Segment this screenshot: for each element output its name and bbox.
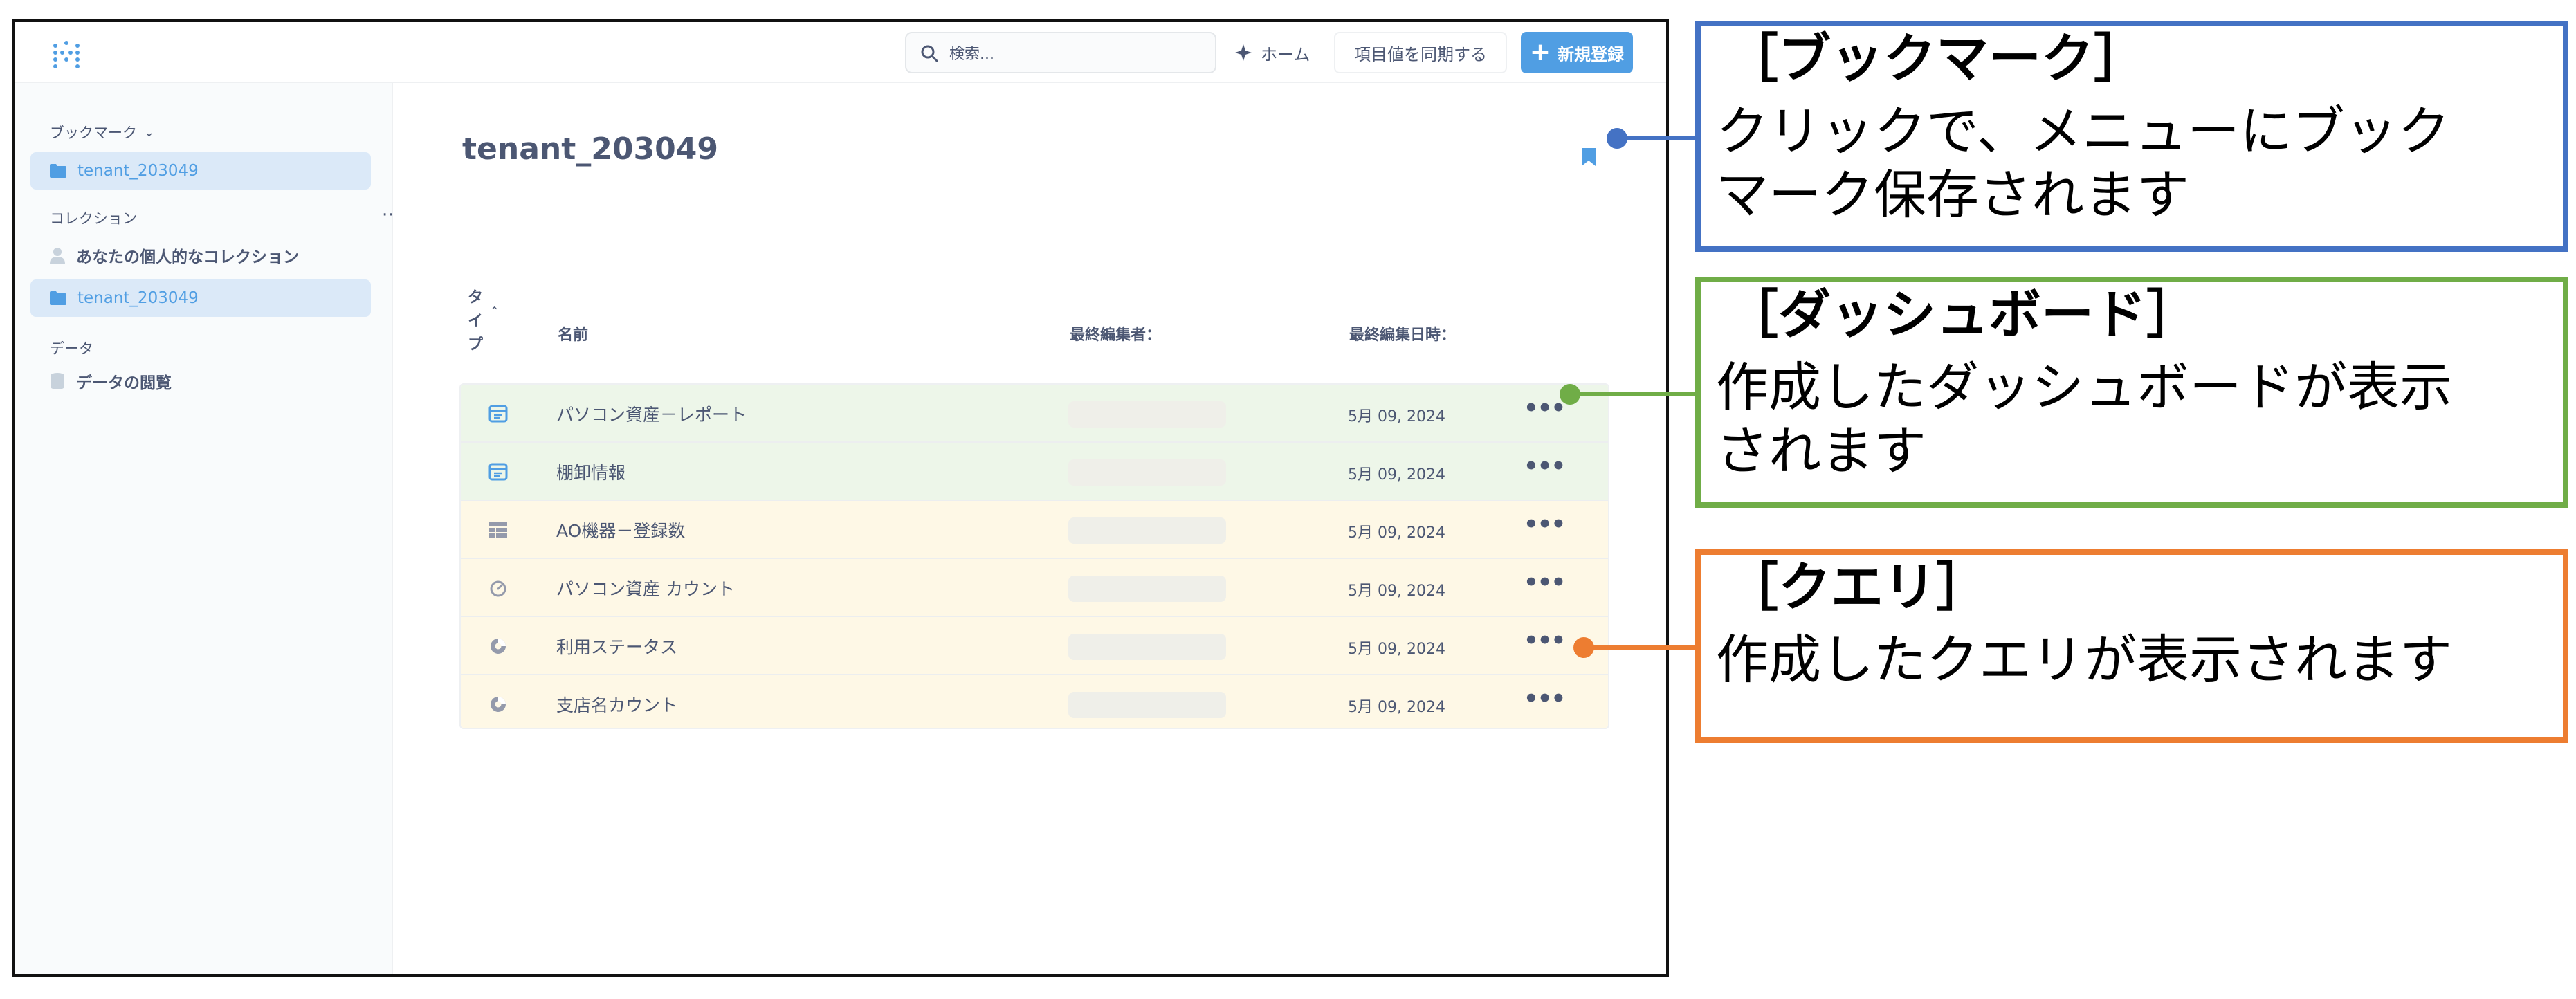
person-icon [50,248,65,264]
sidebar-item-label: あなたの個人的なコレクション [76,248,299,266]
dashboard-callout: ［ダッシュボード］ 作成したダッシュボードが表示 されます [1695,277,2568,508]
search-bar[interactable] [905,32,1216,73]
query-connector [1584,645,1697,650]
dashboard-connector-dot [1560,384,1580,405]
sort-ascending-icon[interactable]: ⌃ [490,304,499,318]
row-editor [1068,401,1226,428]
items-table: パソコン資産－レポート 5月 09, 2024 ••• 棚卸情報 5月 09, … [459,383,1609,729]
pie-icon [491,639,506,654]
database-icon [51,373,64,389]
table-row[interactable]: 支店名カウント 5月 09, 2024 ••• [461,675,1608,728]
row-date: 5月 09, 2024 [1348,699,1445,716]
sidebar-personal-collection[interactable]: あなたの個人的なコレクション [30,237,371,274]
row-name[interactable]: 支店名カウント [556,692,677,717]
callout-text: 作成したクエリが表示されます [1716,629,2452,690]
sidebar-browse-data[interactable]: データの閲覧 [30,363,371,400]
main-content: tenant_203049 タイプ ⌃ 名前 最終編集者： 最終編集日時： パソ… [393,83,1666,974]
table-row[interactable]: パソコン資産－レポート 5月 09, 2024 ••• [461,385,1608,443]
row-more-icon[interactable]: ••• [1524,452,1566,480]
row-more-icon[interactable]: ••• [1524,685,1566,713]
row-editor [1068,459,1226,486]
app-logo-icon[interactable] [51,40,82,71]
bookmark-connector-dot [1607,128,1627,149]
column-header-name[interactable]: 名前 [558,322,588,345]
row-more-icon[interactable]: ••• [1524,511,1566,538]
dashboard-icon [488,405,508,423]
sync-button-label: 項目値を同期する [1354,44,1487,64]
row-editor [1068,517,1226,544]
gauge-icon [490,580,506,597]
top-navigation-bar: ホーム 項目値を同期する + 新規登録 [15,22,1666,83]
row-date: 5月 09, 2024 [1348,641,1445,658]
callout-text: されます [1716,420,1926,482]
search-icon [921,45,938,62]
bookmark-callout: ［ブックマーク］ クリックで、メニューにブック マーク保存されます [1695,21,2568,252]
data-heading: データ [50,340,93,357]
table-icon [489,522,507,538]
bookmark-icon[interactable] [1582,148,1596,166]
table-row[interactable]: パソコン資産 カウント 5月 09, 2024 ••• [461,559,1608,617]
row-more-icon[interactable]: ••• [1524,394,1566,422]
callout-title: ［ブックマーク］ [1726,28,2146,89]
row-date: 5月 09, 2024 [1348,583,1445,600]
callout-title: ［ダッシュボード］ [1726,284,2199,345]
search-input[interactable] [948,40,1207,68]
folder-icon [50,164,66,178]
sidebar-item-label: tenant_203049 [77,289,199,307]
column-header-type[interactable]: タイプ [468,286,483,357]
page-title: tenant_203049 [462,131,718,167]
row-editor [1068,634,1226,660]
sidebar-collection-tenant[interactable]: tenant_203049 [30,279,371,317]
pie-icon [491,697,506,712]
callout-text: クリックで、メニューにブック [1716,100,2450,162]
home-button-label: ホーム [1261,44,1310,64]
row-date: 5月 09, 2024 [1348,524,1445,542]
row-date: 5月 09, 2024 [1348,466,1445,484]
row-editor [1068,576,1226,602]
query-callout: ［クエリ］ 作成したクエリが表示されます [1695,549,2568,743]
row-name[interactable]: パソコン資産－レポート [556,401,747,426]
table-row[interactable]: AO機器－登録数 5月 09, 2024 ••• [461,501,1608,559]
sync-field-values-button[interactable]: 項目値を同期する [1334,32,1507,73]
app-window: ホーム 項目値を同期する + 新規登録 ブックマーク ⌄ tenant_2030… [12,19,1669,977]
folder-icon [50,291,66,305]
collections-heading: コレクション ··· [50,205,401,227]
home-button[interactable]: ホーム [1234,33,1310,72]
row-more-icon[interactable]: ••• [1524,569,1566,596]
dashboard-icon [488,463,508,481]
column-header-edited-at[interactable]: 最終編集日時： [1349,322,1456,345]
dashboard-connector [1571,392,1697,396]
row-name[interactable]: 棚卸情報 [556,459,625,484]
bookmark-connector [1618,136,1697,140]
row-editor [1068,692,1226,718]
query-connector-dot [1573,637,1594,658]
column-header-editor[interactable]: 最終編集者： [1070,322,1161,345]
row-name[interactable]: パソコン資産 カウント [556,576,735,601]
row-more-icon[interactable]: ••• [1524,627,1566,654]
row-name[interactable]: 利用ステータス [556,634,677,659]
sidebar-item-label: tenant_203049 [77,162,199,180]
row-date: 5月 09, 2024 [1348,408,1445,425]
table-row[interactable]: 利用ステータス 5月 09, 2024 ••• [461,617,1608,675]
callout-text: 作成したダッシュボードが表示 [1716,356,2452,418]
sidebar-bookmark-tenant[interactable]: tenant_203049 [30,152,371,190]
chevron-down-icon: ⌄ [144,125,155,140]
callout-title: ［クエリ］ [1726,556,1989,618]
new-button[interactable]: + 新規登録 [1521,32,1633,73]
callout-text: マーク保存されます [1716,164,2189,226]
new-button-label: 新規登録 [1558,44,1625,64]
row-name[interactable]: AO機器－登録数 [556,517,685,542]
sparkle-icon [1235,44,1252,61]
sidebar-item-label: データの閲覧 [76,374,172,392]
plus-icon: + [1529,38,1551,66]
table-row[interactable]: 棚卸情報 5月 09, 2024 ••• [461,443,1608,501]
bookmarks-heading[interactable]: ブックマーク ⌄ [50,122,154,143]
sidebar: ブックマーク ⌄ tenant_203049 コレクション ··· あなたの個人… [15,83,401,974]
